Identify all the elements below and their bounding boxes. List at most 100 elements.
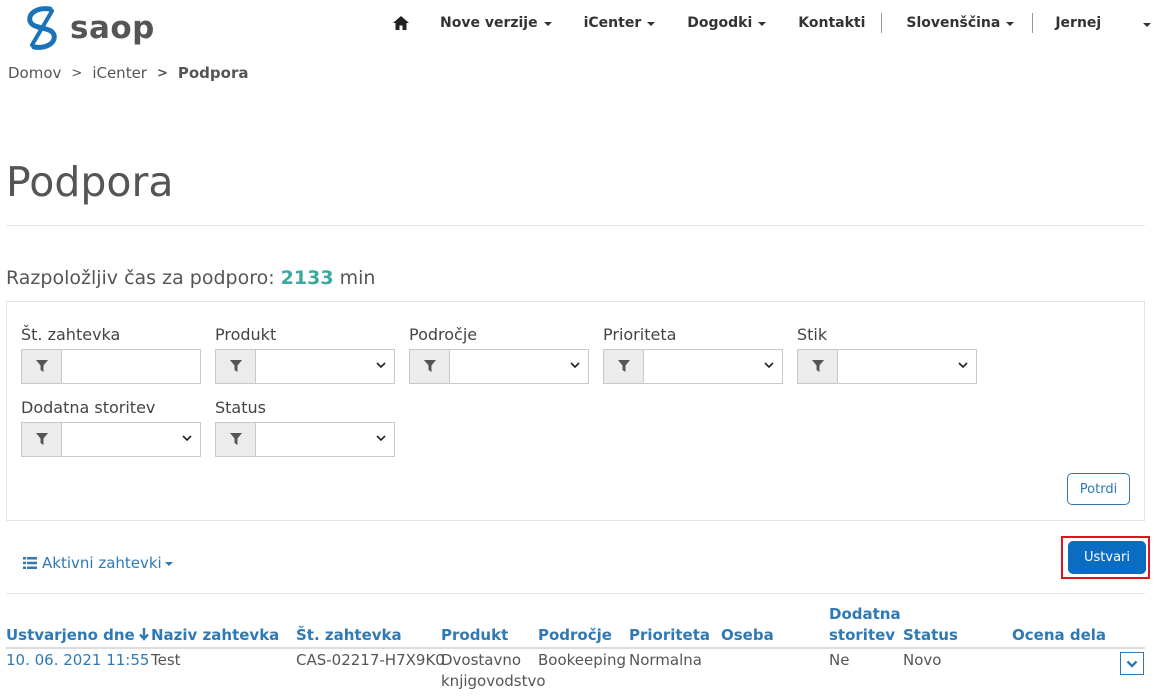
filter-funnel-button[interactable] bbox=[798, 350, 838, 383]
brand-name: saop bbox=[70, 10, 155, 46]
breadcrumb-separator: > bbox=[71, 65, 83, 81]
arrow-down-icon bbox=[138, 628, 149, 641]
nav-dogodki-label: Dogodki bbox=[687, 15, 753, 31]
extra-service-select[interactable] bbox=[62, 423, 200, 456]
product-select[interactable] bbox=[256, 350, 394, 383]
column-header-product[interactable]: Produkt bbox=[441, 625, 508, 646]
available-time-unit: min bbox=[339, 267, 376, 289]
filter-funnel-button[interactable] bbox=[22, 350, 62, 383]
filter-input-group bbox=[797, 349, 977, 384]
column-header-name[interactable]: Naziv zahtevka bbox=[151, 625, 279, 646]
view-dropdown[interactable]: Aktivni zahtevki bbox=[23, 554, 173, 572]
filter-funnel-button[interactable] bbox=[216, 423, 256, 456]
nav-icenter[interactable]: iCenter bbox=[568, 0, 672, 46]
top-header: saop Nove verzije iCenter Dogodki Kontak… bbox=[0, 0, 1157, 50]
breadcrumb-current: Podpora bbox=[177, 64, 249, 82]
column-header-status[interactable]: Status bbox=[903, 625, 958, 646]
filter-dodatna-storitev: Dodatna storitev bbox=[21, 398, 201, 457]
contact-select[interactable] bbox=[838, 350, 976, 383]
funnel-icon bbox=[35, 433, 48, 445]
available-time-label: Razpoložljiv čas za podporo: bbox=[6, 267, 275, 289]
home-icon bbox=[393, 16, 409, 30]
cell-product: Dvostavno knjigovodstvo bbox=[441, 650, 546, 692]
row-expand-button[interactable] bbox=[1120, 652, 1144, 675]
nav-nove-verzije-label: Nove verzije bbox=[440, 15, 538, 31]
confirm-filters-button[interactable]: Potrdi bbox=[1067, 473, 1130, 505]
breadcrumb-home[interactable]: Domov bbox=[8, 64, 61, 82]
chevron-down-icon bbox=[647, 22, 656, 26]
filter-input-group bbox=[215, 422, 395, 457]
cell-product-line2: knjigovodstvo bbox=[441, 672, 546, 690]
breadcrumb-icenter[interactable]: iCenter bbox=[92, 64, 147, 82]
nav-user-label: Jernej bbox=[1055, 15, 1102, 31]
column-header-person[interactable]: Oseba bbox=[721, 625, 774, 646]
chevron-down-icon bbox=[1006, 22, 1015, 26]
column-header-extra-service[interactable]: Dodatna storitev bbox=[829, 604, 901, 646]
column-header-priority[interactable]: Prioriteta bbox=[629, 625, 710, 646]
filter-label: Št. zahtevka bbox=[21, 325, 121, 344]
table-header-divider bbox=[6, 647, 1145, 649]
filter-status: Status bbox=[215, 398, 395, 457]
breadcrumb: Domov > iCenter > Podpora bbox=[8, 64, 248, 82]
column-header-created-label: Ustvarjeno dne bbox=[6, 626, 135, 644]
column-header-number[interactable]: Št. zahtevka bbox=[296, 625, 402, 646]
chevron-down-icon bbox=[1126, 660, 1138, 668]
cell-product-line1: Dvostavno bbox=[441, 651, 522, 669]
available-support-time: Razpoložljiv čas za podporo: 2133 min bbox=[6, 267, 375, 289]
column-header-area[interactable]: Področje bbox=[538, 625, 612, 646]
nav-kontakti[interactable]: Kontakti bbox=[782, 0, 881, 46]
filter-stik: Stik bbox=[797, 325, 977, 384]
cell-name: Test bbox=[151, 651, 181, 669]
column-header-created[interactable]: Ustvarjeno dne bbox=[6, 625, 149, 646]
request-number-input[interactable] bbox=[62, 350, 200, 383]
saop-logo[interactable]: saop bbox=[22, 5, 155, 51]
filter-funnel-button[interactable] bbox=[410, 350, 450, 383]
main-nav: Nove verzije iCenter Dogodki Kontakti Sl… bbox=[380, 0, 1117, 46]
filter-produkt: Produkt bbox=[215, 325, 395, 384]
area-select[interactable] bbox=[450, 350, 588, 383]
breadcrumb-separator: > bbox=[156, 65, 168, 81]
nav-kontakti-label: Kontakti bbox=[798, 15, 866, 31]
cell-created[interactable]: 10. 06. 2021 11:55 bbox=[6, 650, 149, 671]
list-icon bbox=[23, 557, 37, 569]
filter-funnel-button[interactable] bbox=[22, 423, 62, 456]
nav-language[interactable]: Slovenščina bbox=[882, 0, 1032, 46]
filter-label: Status bbox=[215, 398, 266, 417]
chevron-down-icon bbox=[164, 562, 173, 566]
filter-funnel-button[interactable] bbox=[604, 350, 644, 383]
nav-dogodki[interactable]: Dogodki bbox=[671, 0, 782, 46]
funnel-icon bbox=[229, 360, 242, 372]
chevron-down-icon bbox=[182, 435, 192, 442]
column-header-rating[interactable]: Ocena dela bbox=[1012, 625, 1106, 646]
nav-language-label: Slovenščina bbox=[906, 15, 1001, 31]
create-request-button[interactable]: Ustvari bbox=[1068, 541, 1146, 574]
title-divider bbox=[6, 225, 1145, 226]
chevron-down-icon bbox=[570, 362, 580, 369]
filter-st-zahtevka: Št. zahtevka bbox=[21, 325, 201, 384]
chevron-down-icon bbox=[758, 22, 767, 26]
chevron-down-icon bbox=[958, 362, 968, 369]
funnel-icon bbox=[811, 360, 824, 372]
cell-number: CAS-02217-H7X9K0 bbox=[296, 651, 445, 669]
nav-user[interactable]: Jernej bbox=[1033, 0, 1117, 46]
filter-input-group bbox=[603, 349, 783, 384]
filter-input-group bbox=[21, 422, 201, 457]
priority-select[interactable] bbox=[644, 350, 782, 383]
cell-area: Bookeeping bbox=[538, 651, 626, 669]
filter-label: Produkt bbox=[215, 325, 277, 344]
chevron-down-icon bbox=[376, 362, 386, 369]
funnel-icon bbox=[35, 360, 48, 372]
user-menu-chevron-icon[interactable] bbox=[1143, 23, 1151, 27]
status-select[interactable] bbox=[256, 423, 394, 456]
nav-home[interactable] bbox=[380, 0, 424, 46]
filter-podrocje: Področje bbox=[409, 325, 589, 384]
available-time-value: 2133 bbox=[280, 267, 334, 289]
nav-icenter-label: iCenter bbox=[583, 15, 642, 31]
filter-label: Področje bbox=[409, 325, 478, 344]
page-title: Podpora bbox=[6, 158, 174, 206]
nav-nove-verzije[interactable]: Nove verzije bbox=[424, 0, 568, 46]
filter-funnel-button[interactable] bbox=[216, 350, 256, 383]
filter-label: Stik bbox=[797, 325, 828, 344]
filter-label: Dodatna storitev bbox=[21, 398, 156, 417]
funnel-icon bbox=[423, 360, 436, 372]
